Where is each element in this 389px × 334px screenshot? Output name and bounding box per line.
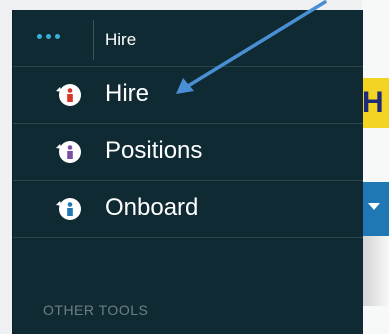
background-dropdown-button[interactable] [362,182,389,236]
menu-item-label: Hire [105,80,150,107]
app-switcher-panel: Hire Hire Positions Onboard OTHER TOOLS [12,10,363,334]
background-banner: H [362,78,389,128]
panel-shadow [362,236,389,306]
current-app-title: Hire [105,30,137,49]
more-horizontal-icon[interactable] [37,34,60,39]
menu-item-label: Onboard [105,194,199,221]
hire-app-icon [56,84,81,106]
app-menu: Hire Positions Onboard [13,66,363,238]
background-banner-text: H [362,86,384,119]
menu-item-label: Positions [105,137,203,164]
caret-down-icon [368,203,380,210]
onboard-app-icon [56,198,81,220]
menu-item-onboard[interactable]: Onboard [13,181,363,238]
positions-app-icon [56,141,81,163]
header-divider [93,20,94,60]
menu-item-positions[interactable]: Positions [13,124,363,181]
panel-header: Hire [13,10,363,66]
menu-item-hire[interactable]: Hire [13,66,363,124]
other-tools-heading: OTHER TOOLS [43,302,149,318]
